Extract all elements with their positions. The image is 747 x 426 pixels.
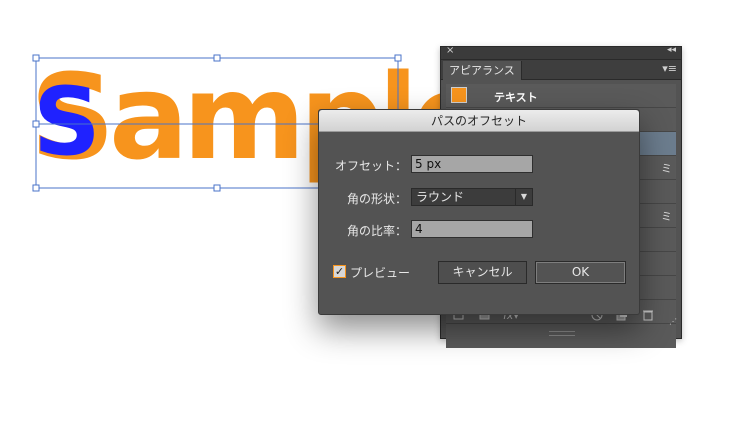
dialog-title[interactable]: パスのオフセット bbox=[319, 110, 639, 132]
ok-button[interactable]: OK bbox=[535, 261, 626, 284]
joins-label: 角の形状： bbox=[346, 192, 407, 206]
selection-handle-bm[interactable] bbox=[213, 184, 221, 192]
row-partial-text: ミ bbox=[661, 162, 672, 175]
panel-tab-bar: アピアランス ▾≡ bbox=[441, 60, 681, 80]
joins-select[interactable]: ラウンド ▼ bbox=[411, 188, 533, 206]
panel-drag-handle[interactable] bbox=[549, 331, 575, 336]
selection-handle-tr[interactable] bbox=[394, 54, 402, 62]
close-icon[interactable]: × bbox=[446, 45, 454, 56]
miter-limit-label: 角の比率： bbox=[346, 224, 407, 238]
appearance-row-text[interactable]: テキスト bbox=[446, 84, 676, 108]
selection-handle-bl[interactable] bbox=[32, 184, 40, 192]
miter-limit-input[interactable] bbox=[411, 220, 533, 238]
selection-handle-tm[interactable] bbox=[213, 54, 221, 62]
highlight-letter-s: S bbox=[33, 68, 101, 177]
selection-handle-tl[interactable] bbox=[32, 54, 40, 62]
row-partial-text: ミ bbox=[661, 210, 672, 223]
cancel-button[interactable]: キャンセル bbox=[438, 261, 527, 284]
panel-menu-icon[interactable]: ▾≡ bbox=[662, 62, 677, 75]
selection-handle-ml[interactable] bbox=[32, 120, 40, 128]
joins-select-value: ラウンド bbox=[416, 190, 465, 204]
appearance-row-label: テキスト bbox=[494, 91, 538, 104]
chevron-down-icon[interactable]: ▼ bbox=[515, 189, 532, 205]
preview-label[interactable]: プレビュー bbox=[350, 264, 410, 281]
collapse-icon[interactable]: ◂◂ bbox=[667, 45, 676, 55]
offset-input[interactable] bbox=[411, 155, 533, 173]
resize-grip-icon[interactable]: ⋰ bbox=[669, 317, 677, 326]
preview-checkbox[interactable]: ✓ bbox=[333, 265, 346, 278]
offset-label: オフセット： bbox=[334, 159, 407, 173]
fill-swatch[interactable] bbox=[451, 87, 467, 103]
checkmark-icon: ✓ bbox=[334, 265, 345, 278]
panel-title-strip: × ◂◂ bbox=[441, 45, 681, 60]
tab-appearance[interactable]: アピアランス bbox=[443, 61, 522, 80]
trash-icon[interactable] bbox=[642, 309, 654, 324]
offset-path-dialog: パスのオフセット オフセット： 角の形状： ラウンド ▼ 角の比率： ✓ プレビ… bbox=[318, 109, 640, 315]
